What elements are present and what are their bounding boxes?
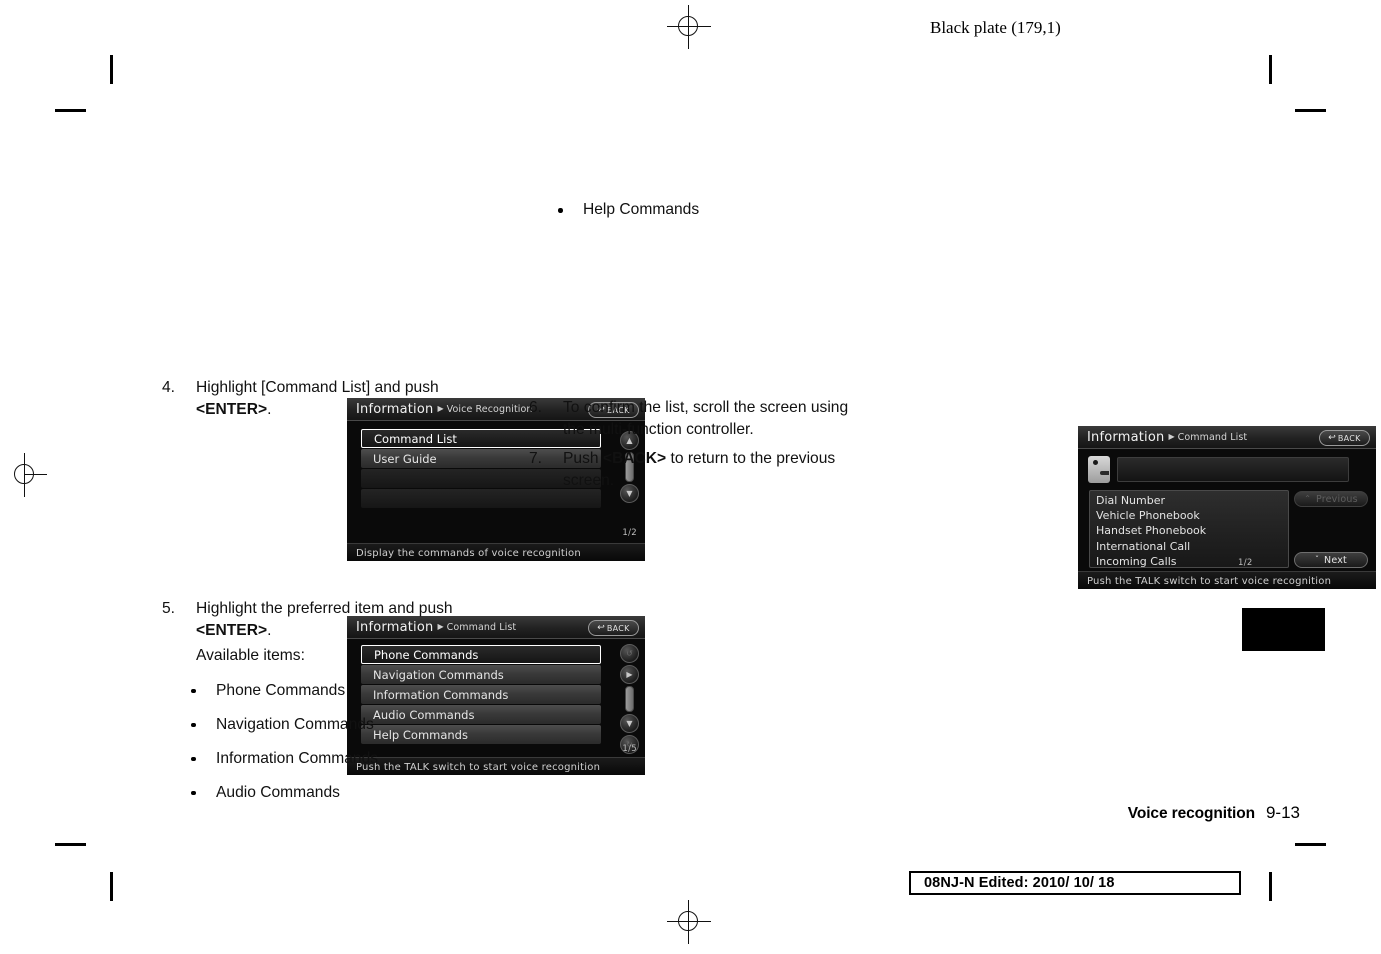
black-plate-header: Black plate (179,1) bbox=[930, 18, 1061, 37]
step-6-number: 6. bbox=[529, 399, 543, 416]
step-5-period: . bbox=[267, 621, 272, 639]
screenshot3-body: Dial Number Vehicle Phonebook Handset Ph… bbox=[1078, 449, 1376, 589]
crop-mark-top-left-horizontal bbox=[55, 109, 86, 112]
step-6-line1: To confirm the list, scroll the screen u… bbox=[563, 399, 849, 416]
step-4-lastline: <ENTER>. bbox=[196, 399, 508, 421]
previous-button[interactable]: ⌃ Previous bbox=[1294, 491, 1368, 507]
step-5-lastline: <ENTER>. bbox=[196, 620, 508, 642]
voice-head-icon bbox=[1088, 456, 1110, 483]
screenshot3-back-button[interactable]: ↩ BACK bbox=[1319, 430, 1370, 446]
footer-chapter-title: Voice recognition bbox=[1127, 805, 1255, 822]
step-5: 5. Highlight the preferred item and push… bbox=[160, 598, 508, 641]
crop-mark-top-left-vertical bbox=[110, 55, 113, 84]
previous-button-label: Previous bbox=[1315, 493, 1358, 505]
command-dial-number[interactable]: Dial Number bbox=[1096, 493, 1288, 508]
screenshot3-titlebar: Information ▶ Command List ↩ BACK bbox=[1078, 426, 1376, 449]
screenshot2-back-button[interactable]: ↩ BACK bbox=[588, 620, 639, 636]
menu-item-phone-commands[interactable]: Phone Commands bbox=[361, 645, 601, 664]
next-button[interactable]: ˇ Next bbox=[1294, 552, 1368, 568]
voice-input-field[interactable] bbox=[1117, 457, 1349, 482]
chevron-up-icon: ⌃ bbox=[1304, 494, 1311, 503]
step-7-line2: screen. bbox=[563, 471, 615, 489]
scrollbar-thumb[interactable] bbox=[625, 686, 634, 712]
registration-mark-top bbox=[667, 5, 711, 49]
step-7-text-after: to return to the previous bbox=[670, 450, 836, 467]
screenshot1-page-indicator: 1/2 bbox=[622, 528, 637, 538]
next-button-label: Next bbox=[1324, 554, 1347, 566]
chapter-thumb-tab bbox=[1242, 608, 1325, 651]
chevron-down-icon: ˇ bbox=[1315, 555, 1320, 564]
registration-mark-left bbox=[3, 453, 47, 497]
scroll-up-icon[interactable]: ▶ bbox=[620, 665, 639, 684]
step-5-number: 5. bbox=[162, 600, 176, 617]
revision-box: 08NJ-N Edited: 2010/ 10/ 18 bbox=[909, 871, 1241, 895]
scroll-first-page-icon[interactable]: ↺ bbox=[620, 644, 639, 663]
step-4: 4. Highlight [Command List] and push <EN… bbox=[160, 377, 508, 420]
command-incoming-calls[interactable]: Incoming Calls bbox=[1096, 554, 1288, 569]
crop-mark-bottom-left-vertical bbox=[110, 872, 113, 901]
step-5-enter-key: <ENTER> bbox=[196, 621, 268, 639]
step-4-number: 4. bbox=[162, 379, 176, 396]
step-6-line2: the multi-function controller. bbox=[563, 420, 754, 438]
back-arrow-icon: ↩ bbox=[597, 622, 605, 633]
bullet-navigation-commands: Navigation Commands bbox=[160, 714, 508, 735]
voice-recognition-header bbox=[1088, 456, 1349, 483]
scroll-down-icon[interactable]: ▼ bbox=[620, 714, 639, 733]
screenshot3-status-text: Push the TALK switch to start voice reco… bbox=[1087, 575, 1332, 587]
step-6: 6. To confirm the list, scroll the scree… bbox=[527, 397, 875, 440]
crop-mark-top-right-vertical bbox=[1269, 55, 1272, 84]
screenshot2-page-indicator: 1/5 bbox=[622, 744, 637, 754]
registration-mark-bottom bbox=[667, 900, 711, 944]
back-button-label: BACK bbox=[1337, 433, 1361, 443]
left-column: Information ▶ Voice Recognition ↩ BACK C… bbox=[160, 195, 645, 803]
footer: Voice recognition 9-13 bbox=[900, 803, 1300, 823]
step-5-text: Highlight the preferred item and push bbox=[196, 600, 453, 617]
nav-screenshot-phone-commands: Information ▶ Command List ↩ BACK Dial N… bbox=[1078, 426, 1376, 589]
crop-mark-bottom-right-horizontal bbox=[1295, 843, 1326, 846]
step-4-enter-key: <ENTER> bbox=[196, 400, 268, 418]
screenshot3-breadcrumb: Command List bbox=[1177, 431, 1248, 443]
screenshot1-status-text: Display the commands of voice recognitio… bbox=[356, 547, 581, 559]
footer-page-number: 9-13 bbox=[1265, 803, 1300, 822]
right-column: Help Commands Information ▶ Command List… bbox=[527, 195, 1376, 589]
step-4-period: . bbox=[267, 400, 272, 418]
step-7-number: 7. bbox=[529, 450, 543, 467]
command-list-panel: Dial Number Vehicle Phonebook Handset Ph… bbox=[1089, 490, 1289, 568]
command-handset-phonebook[interactable]: Handset Phonebook bbox=[1096, 523, 1288, 538]
command-vehicle-phonebook[interactable]: Vehicle Phonebook bbox=[1096, 508, 1288, 523]
bullet-information-commands: Information Commands bbox=[160, 748, 508, 769]
screenshot1-statusbar: Display the commands of voice recognitio… bbox=[347, 543, 645, 561]
revision-text: 08NJ-N Edited: 2010/ 10/ 18 bbox=[924, 875, 1115, 891]
step-7-back-key: <BACK> bbox=[602, 450, 667, 467]
command-international-call[interactable]: International Call bbox=[1096, 539, 1288, 554]
screenshot3-title: Information bbox=[1087, 429, 1165, 445]
step-7: 7. Push <BACK> to return to the previous… bbox=[527, 448, 875, 491]
screenshot3-statusbar: Push the TALK switch to start voice reco… bbox=[1078, 571, 1376, 589]
back-button-label: BACK bbox=[606, 623, 630, 633]
back-arrow-icon: ↩ bbox=[1328, 432, 1336, 443]
step-7-text-before: Push bbox=[563, 450, 599, 467]
bullet-audio-commands: Audio Commands bbox=[160, 782, 508, 803]
screenshot3-page-indicator: 1/2 bbox=[1238, 558, 1253, 568]
bullet-phone-commands: Phone Commands bbox=[160, 680, 508, 701]
breadcrumb-arrow-icon: ▶ bbox=[1168, 432, 1175, 441]
crop-mark-bottom-left-horizontal bbox=[55, 843, 86, 846]
crop-mark-bottom-right-vertical bbox=[1269, 872, 1272, 901]
screenshot2-scroll-controls: ↺ ▶ ▼ ↻ bbox=[620, 644, 639, 756]
bullet-help-commands: Help Commands bbox=[527, 199, 875, 220]
step-4-text: Highlight [Command List] and push bbox=[196, 379, 439, 396]
crop-mark-top-right-horizontal bbox=[1295, 109, 1326, 112]
